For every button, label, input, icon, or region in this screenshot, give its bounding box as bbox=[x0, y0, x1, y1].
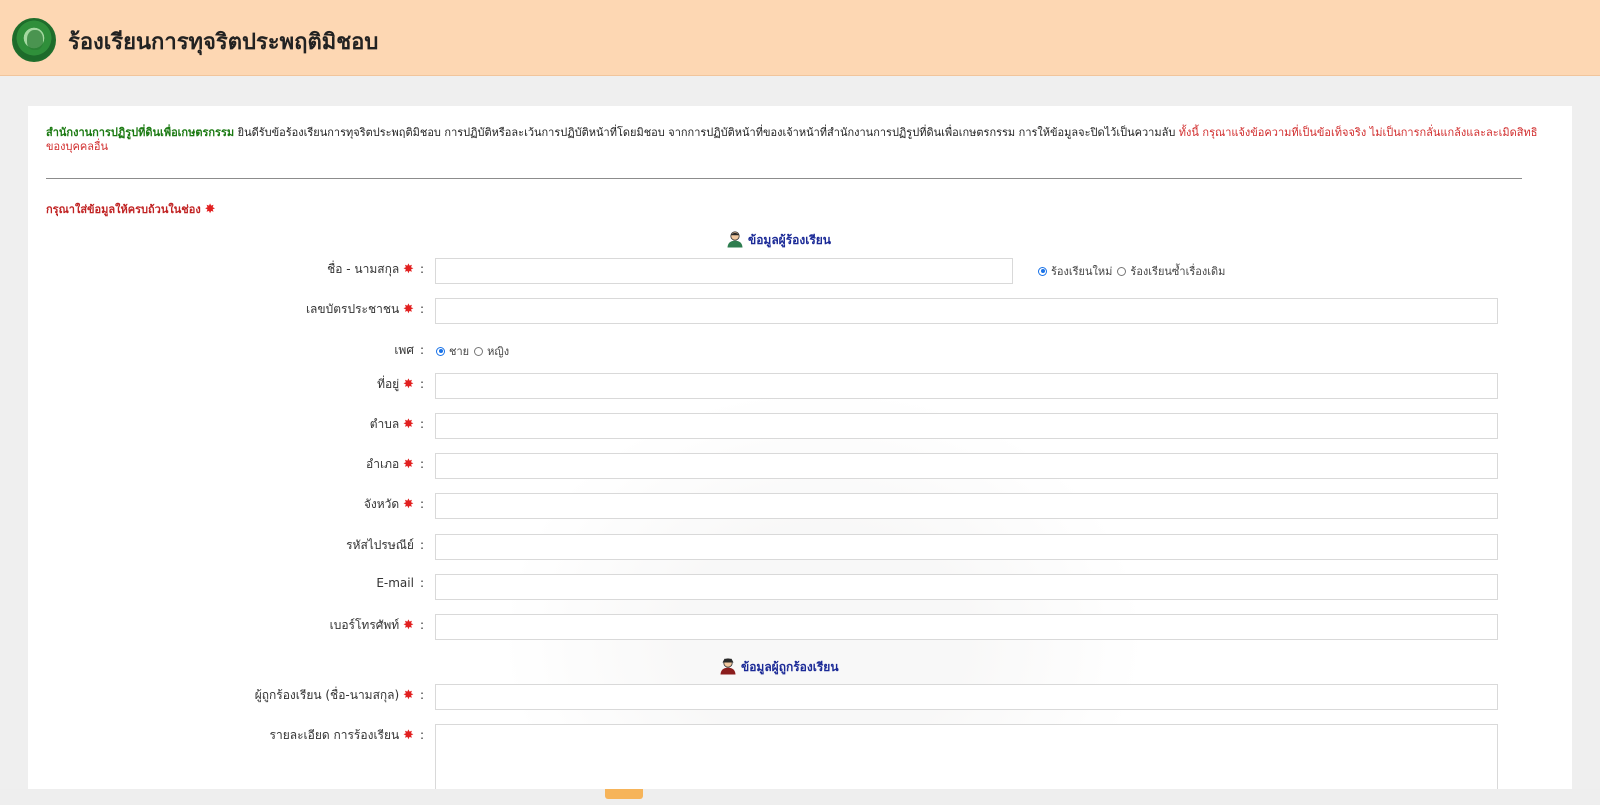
phone-input[interactable] bbox=[435, 614, 1498, 640]
accused-name-input[interactable] bbox=[435, 684, 1498, 710]
required-star-icon: ✸ bbox=[403, 618, 414, 633]
radio-gender-female[interactable] bbox=[474, 346, 484, 356]
required-star-icon: ✸ bbox=[403, 417, 414, 432]
required-star-icon: ✸ bbox=[403, 262, 414, 277]
required-star-icon: ✸ bbox=[403, 302, 414, 317]
section-title-complainant: ข้อมูลผู้ร้องเรียน bbox=[726, 230, 831, 250]
radio-new-complaint[interactable] bbox=[1038, 266, 1047, 276]
postal-code-input[interactable] bbox=[435, 534, 1498, 560]
horizontal-scrollbar[interactable] bbox=[0, 789, 1600, 805]
label-phone: เบอร์โทรศัพท์ ✸: bbox=[329, 618, 424, 633]
required-star-icon: ✸ bbox=[204, 202, 216, 217]
radio-gender-male[interactable] bbox=[436, 346, 445, 356]
id-card-input[interactable] bbox=[435, 298, 1498, 324]
required-star-icon: ✸ bbox=[403, 377, 414, 392]
person-icon bbox=[727, 231, 743, 248]
intro-org-name: สำนักงานการปฏิรูปที่ดินเพื่อเกษตรกรรม bbox=[46, 126, 235, 139]
label-postal-code: รหัสไปรษณีย์: bbox=[346, 538, 424, 552]
label-details: รายละเอียด การร้องเรียน ✸: bbox=[269, 728, 424, 743]
app-header: ร้องเรียนการทุจริตประพฤติมิชอบ bbox=[0, 0, 1600, 76]
subdistrict-input[interactable] bbox=[435, 413, 1498, 439]
label-id-card: เลขบัตรประชาชน ✸: bbox=[305, 302, 424, 317]
required-note-text: กรุณาใส่ข้อมูลให้ครบถ้วนในช่อง bbox=[46, 203, 201, 216]
section-title-accused: ข้อมูลผู้ถูกร้องเรียน bbox=[719, 657, 839, 677]
required-note: กรุณาใส่ข้อมูลให้ครบถ้วนในช่อง ✸ bbox=[46, 200, 215, 218]
radio-repeat-complaint[interactable] bbox=[1117, 266, 1127, 276]
label-fullname: ชื่อ - นามสกุล ✸: bbox=[327, 262, 424, 277]
required-star-icon: ✸ bbox=[403, 728, 414, 743]
intro-body: ยินดีรับข้อร้องเรียนการทุจริตประพฤติมิชอ… bbox=[234, 126, 1179, 139]
complaint-type-radio-group: ร้องเรียนใหม่ ร้องเรียนซ้ำเรื่องเดิม bbox=[1038, 262, 1228, 280]
label-email: E-mail: bbox=[376, 576, 424, 590]
label-subdistrict: ตำบล ✸: bbox=[369, 417, 424, 432]
email-input[interactable] bbox=[435, 574, 1498, 600]
province-input[interactable] bbox=[435, 493, 1498, 519]
page-title: ร้องเรียนการทุจริตประพฤติมิชอบ bbox=[68, 30, 379, 55]
intro-text: สำนักงานการปฏิรูปที่ดินเพื่อเกษตรกรรม ยิ… bbox=[46, 126, 1546, 154]
address-input[interactable] bbox=[435, 373, 1498, 399]
agency-seal-icon bbox=[12, 18, 56, 62]
gender-radio-group: ชาย หญิง bbox=[436, 342, 512, 360]
label-province: จังหวัด ✸: bbox=[363, 497, 424, 512]
required-star-icon: ✸ bbox=[403, 497, 414, 512]
orange-tab-handle[interactable] bbox=[605, 789, 643, 799]
district-input[interactable] bbox=[435, 453, 1498, 479]
label-accused-name: ผู้ถูกร้องเรียน (ชื่อ-นามสกุล) ✸: bbox=[254, 688, 424, 703]
section-title-complainant-text: ข้อมูลผู้ร้องเรียน bbox=[748, 233, 831, 247]
label-gender: เพศ: bbox=[394, 343, 424, 357]
fullname-input[interactable] bbox=[435, 258, 1013, 284]
complaint-form-panel: สำนักงานการปฏิรูปที่ดินเพื่อเกษตรกรรม ยิ… bbox=[28, 106, 1572, 805]
required-star-icon: ✸ bbox=[403, 688, 414, 703]
label-address: ที่อยู่ ✸: bbox=[377, 377, 424, 392]
section-title-accused-text: ข้อมูลผู้ถูกร้องเรียน bbox=[741, 660, 839, 674]
required-star-icon: ✸ bbox=[403, 457, 414, 472]
person-icon bbox=[720, 658, 736, 675]
section-divider bbox=[46, 178, 1522, 179]
label-district: อำเภอ ✸: bbox=[366, 457, 424, 472]
